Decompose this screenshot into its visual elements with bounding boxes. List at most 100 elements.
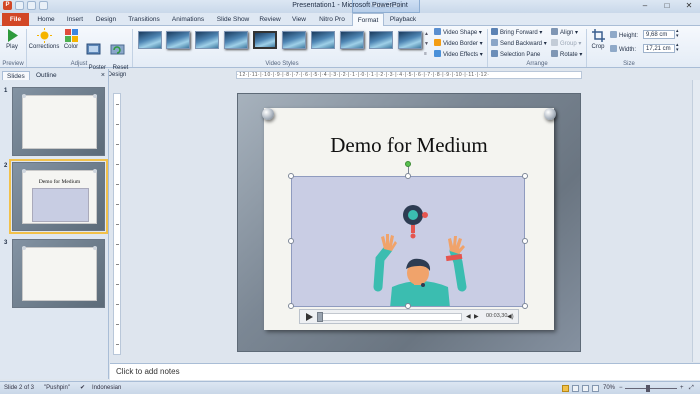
tab-insert[interactable]: Insert xyxy=(61,13,89,26)
slide-thumbnail-3[interactable] xyxy=(12,239,105,308)
resize-handle[interactable] xyxy=(288,303,294,309)
step-back-icon[interactable]: ◀ xyxy=(466,313,471,320)
selection-pane-button[interactable]: Selection Pane xyxy=(491,50,540,59)
slide-sorter-icon[interactable] xyxy=(572,385,579,392)
thumbnail-paper xyxy=(22,247,97,301)
reset-design-button[interactable]: Reset Design xyxy=(106,28,128,86)
pushpin-icon xyxy=(22,94,26,98)
rotate-icon xyxy=(551,50,558,57)
language-indicator[interactable]: Indonesian xyxy=(92,382,121,394)
width-spinner[interactable]: ▴ ▾ xyxy=(676,43,679,53)
rotation-handle[interactable] xyxy=(405,161,411,167)
zoom-in-icon[interactable]: + xyxy=(680,382,684,394)
step-forward-icon[interactable]: ▶ xyxy=(474,313,479,320)
play-icon xyxy=(7,29,18,42)
crop-button[interactable]: Crop xyxy=(589,28,607,51)
zoom-slider-knob[interactable] xyxy=(646,385,650,392)
spellcheck-icon[interactable]: ✔ xyxy=(80,382,85,394)
tab-playback[interactable]: Playback xyxy=(386,13,420,26)
resize-handle[interactable] xyxy=(522,173,528,179)
theme-name[interactable]: "Pushpin" xyxy=(44,382,70,394)
corrections-button[interactable]: Corrections xyxy=(28,28,60,51)
normal-view-icon[interactable] xyxy=(562,385,569,392)
ruler-tick xyxy=(116,284,119,285)
fit-to-window-icon[interactable]: ⤢ xyxy=(689,382,694,394)
seek-knob[interactable] xyxy=(317,312,323,322)
height-spinner[interactable]: ▴ ▾ xyxy=(676,29,679,39)
video-style-3[interactable] xyxy=(195,31,219,49)
video-style-5[interactable] xyxy=(253,31,277,49)
tab-review[interactable]: Review xyxy=(256,13,284,26)
align-button[interactable]: Align ▾ xyxy=(551,28,578,37)
slide-thumbnail-1[interactable] xyxy=(12,87,105,156)
send-backward-icon xyxy=(491,39,498,46)
video-style-10[interactable] xyxy=(398,31,422,49)
video-border-button[interactable]: Video Border ▾ xyxy=(434,39,483,48)
maximize-button[interactable]: □ xyxy=(656,0,678,12)
ruler-tick xyxy=(116,344,119,345)
ruler-tick xyxy=(116,324,119,325)
bring-forward-button[interactable]: Bring Forward ▾ xyxy=(491,28,542,37)
zoom-level[interactable]: 70% xyxy=(603,382,615,394)
tab-format[interactable]: Format xyxy=(352,13,384,27)
resize-handle[interactable] xyxy=(288,173,294,179)
sun-icon xyxy=(36,28,52,43)
tab-file[interactable]: File xyxy=(2,13,29,26)
tab-view[interactable]: View xyxy=(287,13,311,26)
reset-design-icon xyxy=(110,44,124,55)
video-style-7[interactable] xyxy=(311,31,335,49)
send-backward-button[interactable]: Send Backward ▾ xyxy=(491,39,547,48)
minimize-button[interactable]: – xyxy=(634,0,656,12)
vertical-scrollbar[interactable] xyxy=(692,80,700,362)
thumbnail-paper: Demo for Medium xyxy=(22,170,97,224)
tab-nitro-pro[interactable]: Nitro Pro xyxy=(314,13,350,26)
color-button[interactable]: Color xyxy=(62,28,80,51)
slide-thumbnail-2[interactable]: Demo for Medium xyxy=(9,159,108,234)
zoom-out-icon[interactable]: − xyxy=(619,382,623,394)
resize-handle[interactable] xyxy=(522,238,528,244)
group-button[interactable]: Group ▾ xyxy=(551,39,581,48)
tab-slide-show[interactable]: Slide Show xyxy=(212,13,254,26)
play-icon[interactable] xyxy=(306,313,313,321)
volume-icon[interactable]: ◀) xyxy=(507,313,514,320)
slide-title[interactable]: Demo for Medium xyxy=(264,133,554,158)
ribbon-tabs: File Home Insert Design Transitions Anim… xyxy=(0,13,700,27)
video-style-8[interactable] xyxy=(340,31,364,49)
video-object[interactable] xyxy=(291,176,525,307)
tab-home[interactable]: Home xyxy=(32,13,60,26)
ruler-tick xyxy=(116,124,119,125)
reading-view-icon[interactable] xyxy=(582,385,589,392)
resize-handle[interactable] xyxy=(288,238,294,244)
close-panel-icon[interactable]: × xyxy=(101,71,105,80)
tab-slides[interactable]: Slides xyxy=(2,71,30,80)
tab-design[interactable]: Design xyxy=(91,13,121,26)
zoom-slider[interactable] xyxy=(625,388,677,389)
close-button[interactable]: ✕ xyxy=(678,0,700,12)
pushpin-icon xyxy=(22,169,26,173)
play-button[interactable]: Play xyxy=(3,28,21,51)
video-style-4[interactable] xyxy=(224,31,248,49)
status-bar: Slide 2 of 3 "Pushpin" ✔ Indonesian 70% … xyxy=(0,381,700,394)
video-poster-illustration xyxy=(373,205,467,306)
video-shape-button[interactable]: Video Shape ▾ xyxy=(434,28,482,37)
tab-animations[interactable]: Animations xyxy=(168,13,208,26)
megaphone-icon xyxy=(403,205,428,239)
width-field[interactable]: 17,21 cm xyxy=(643,44,675,53)
video-style-2[interactable] xyxy=(166,31,190,49)
resize-handle[interactable] xyxy=(522,303,528,309)
seek-bar[interactable] xyxy=(317,313,462,321)
slideshow-icon[interactable] xyxy=(592,385,599,392)
height-icon xyxy=(610,31,617,38)
rotate-button[interactable]: Rotate ▾ xyxy=(551,50,582,59)
video-style-9[interactable] xyxy=(369,31,393,49)
height-field[interactable]: 9,68 cm xyxy=(643,30,675,39)
pushpin-icon xyxy=(544,108,556,120)
separator xyxy=(26,29,27,67)
tab-outline[interactable]: Outline xyxy=(32,71,61,80)
video-effects-button[interactable]: Video Effects ▾ xyxy=(434,50,483,59)
video-style-1[interactable] xyxy=(138,31,162,49)
video-style-6[interactable] xyxy=(282,31,306,49)
gallery-scroll[interactable]: ▲ ▼ ≡ xyxy=(424,29,430,59)
notes-pane[interactable]: Click to add notes xyxy=(110,363,700,380)
tab-transitions[interactable]: Transitions xyxy=(124,13,164,26)
